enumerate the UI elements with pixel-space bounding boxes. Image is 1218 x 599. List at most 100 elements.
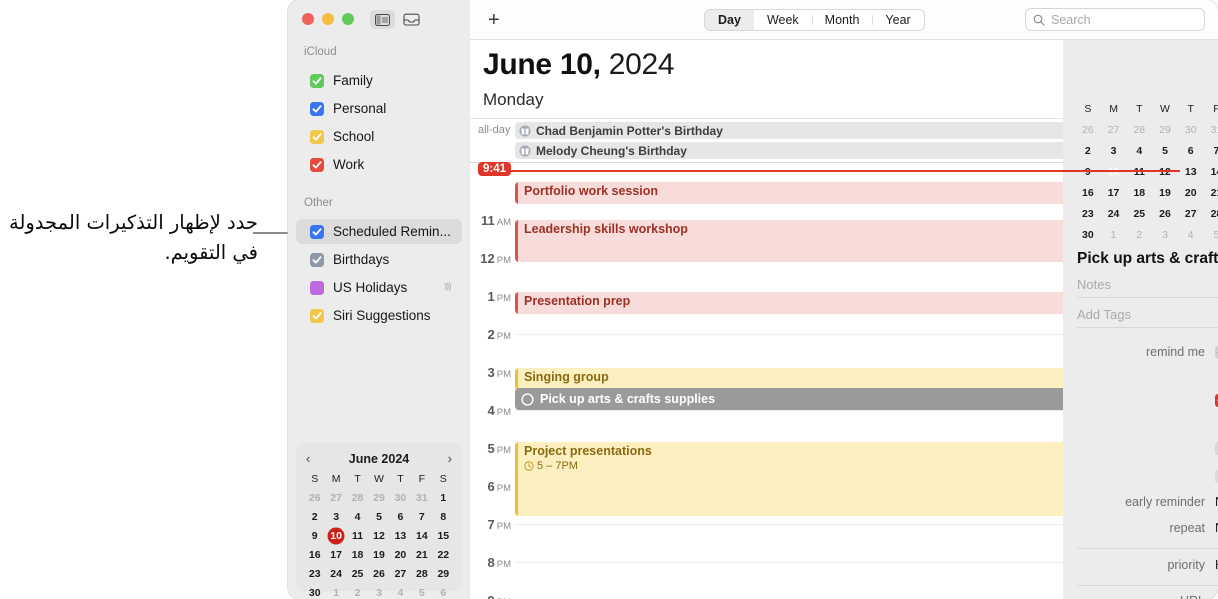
sidebar-mini-day[interactable]: 2	[347, 584, 368, 599]
sidebar-mini-day[interactable]: 30	[390, 489, 411, 507]
notes-field[interactable]: Notes	[1077, 277, 1218, 298]
sidebar-mini-day[interactable]: 16	[304, 546, 325, 564]
panel-mini-day[interactable]: 16	[1075, 184, 1101, 203]
sidebar-mini-day[interactable]: 6	[433, 584, 454, 599]
inbox-icon[interactable]	[399, 10, 424, 29]
sidebar-mini-day[interactable]: 15	[433, 527, 454, 545]
panel-mini-day[interactable]: 25	[1126, 205, 1152, 224]
sidebar-mini-day[interactable]: 1	[325, 584, 346, 599]
minimize-button[interactable]	[322, 13, 334, 25]
calendar-item-us-holidays[interactable]: US Holidays	[296, 275, 462, 300]
sidebar-mini-day[interactable]: 1	[433, 489, 454, 507]
sidebar-mini-day[interactable]: 26	[368, 565, 389, 583]
sidebar-mini-day[interactable]: 21	[411, 546, 432, 564]
sidebar-mini-day[interactable]: 4	[347, 508, 368, 526]
sidebar-mini-day[interactable]: 31	[411, 489, 432, 507]
calendar-item-personal[interactable]: Personal	[296, 96, 462, 121]
tags-field[interactable]: Add Tags	[1077, 307, 1218, 328]
sidebar-mini-day[interactable]: 3	[325, 508, 346, 526]
calendar-item-birthdays[interactable]: Birthdays	[296, 247, 462, 272]
panel-mini-day[interactable]: 28	[1204, 205, 1218, 224]
sidebar-mini-day[interactable]: 25	[347, 565, 368, 583]
close-button[interactable]	[302, 13, 314, 25]
sidebar-mini-day[interactable]: 28	[347, 489, 368, 507]
sidebar-mini-day[interactable]: 23	[304, 565, 325, 583]
panel-mini-day[interactable]: 19	[1152, 184, 1178, 203]
panel-mini-day[interactable]: 9	[1075, 163, 1101, 182]
panel-mini-day[interactable]: 3	[1101, 142, 1127, 161]
panel-mini-day[interactable]: 24	[1101, 205, 1127, 224]
panel-mini-day[interactable]: 27	[1101, 121, 1127, 140]
panel-mini-calendar[interactable]: SMTWTFS262728293031123456789101112131415…	[1075, 100, 1218, 245]
panel-mini-day[interactable]: 23	[1075, 205, 1101, 224]
calendar-checkbox[interactable]	[310, 252, 324, 267]
sidebar-mini-day[interactable]: 27	[390, 565, 411, 583]
panel-mini-day[interactable]: 11	[1126, 163, 1152, 182]
calendar-checkbox[interactable]	[310, 129, 324, 144]
sidebar-mini-day[interactable]: 7	[411, 508, 432, 526]
reminder-circle-icon[interactable]	[521, 392, 534, 406]
calendar-item-school[interactable]: School	[296, 124, 462, 149]
sidebar-mini-day[interactable]: 28	[411, 565, 432, 583]
panel-mini-day[interactable]: 21	[1204, 184, 1218, 203]
panel-mini-today[interactable]: 10	[1101, 163, 1127, 182]
panel-mini-day[interactable]: 31	[1204, 121, 1218, 140]
search-box[interactable]: Search	[1025, 8, 1205, 31]
calendar-item-work[interactable]: Work	[296, 152, 462, 177]
panel-mini-day[interactable]: 4	[1126, 142, 1152, 161]
panel-mini-day[interactable]: 5	[1204, 226, 1218, 245]
panel-mini-day[interactable]: 26	[1075, 121, 1101, 140]
panel-mini-day[interactable]: 28	[1126, 121, 1152, 140]
sidebar-mini-day[interactable]: 27	[325, 489, 346, 507]
panel-mini-day[interactable]: 5	[1152, 142, 1178, 161]
panel-mini-day[interactable]: 27	[1178, 205, 1204, 224]
panel-mini-day[interactable]: 12	[1152, 163, 1178, 182]
panel-mini-day[interactable]: 7	[1204, 142, 1218, 161]
sidebar-mini-day[interactable]: 22	[433, 546, 454, 564]
sidebar-mini-day[interactable]: 26	[304, 489, 325, 507]
sidebar-mini-day[interactable]: 17	[325, 546, 346, 564]
calendar-checkbox[interactable]	[310, 224, 324, 239]
sidebar-mini-day[interactable]: 5	[368, 508, 389, 526]
calendar-checkbox[interactable]	[310, 308, 324, 323]
panel-mini-day[interactable]: 13	[1178, 163, 1204, 182]
sidebar-mini-day[interactable]: 29	[433, 565, 454, 583]
sidebar-mini-day[interactable]: 6	[390, 508, 411, 526]
panel-mini-day[interactable]: 26	[1152, 205, 1178, 224]
mini-calendar-next-icon[interactable]: ›	[448, 452, 452, 465]
panel-mini-day[interactable]: 1	[1101, 226, 1127, 245]
calendar-item-family[interactable]: Family	[296, 68, 462, 93]
panel-mini-day[interactable]: 14	[1204, 163, 1218, 182]
panel-mini-day[interactable]: 2	[1075, 142, 1101, 161]
calendar-checkbox[interactable]	[310, 73, 324, 88]
sidebar-mini-day[interactable]: 11	[347, 527, 368, 545]
panel-mini-day[interactable]: 30	[1075, 226, 1101, 245]
sidebar-mini-calendar[interactable]: ‹ June 2024 › S M T W T F S 26 27 28 29 30 31 1 2 3 4 5 6 7…	[296, 443, 462, 599]
calendar-checkbox[interactable]	[310, 157, 324, 172]
sidebar-mini-day[interactable]: 2	[304, 508, 325, 526]
calendar-checkbox[interactable]	[310, 101, 324, 116]
add-event-button[interactable]: +	[488, 10, 500, 30]
panel-mini-day[interactable]: 3	[1152, 226, 1178, 245]
tab-year[interactable]: Year	[872, 10, 923, 30]
calendar-item-siri-suggestions[interactable]: Siri Suggestions	[296, 303, 462, 328]
sidebar-mini-day[interactable]: 19	[368, 546, 389, 564]
panel-mini-day[interactable]: 30	[1178, 121, 1204, 140]
sidebar-mini-day[interactable]: 5	[411, 584, 432, 599]
sidebar-mini-day[interactable]: 30	[304, 584, 325, 599]
sidebar-mini-day[interactable]: 14	[411, 527, 432, 545]
sidebar-mini-day[interactable]: 13	[390, 527, 411, 545]
panel-mini-day[interactable]: 17	[1101, 184, 1127, 203]
tab-month[interactable]: Month	[811, 10, 873, 30]
mini-calendar-prev-icon[interactable]: ‹	[306, 452, 310, 465]
tab-week[interactable]: Week	[754, 10, 812, 30]
sidebar-mini-day[interactable]: 18	[347, 546, 368, 564]
sidebar-mini-day[interactable]: 29	[368, 489, 389, 507]
zoom-button[interactable]	[342, 13, 354, 25]
panel-mini-day[interactable]: 2	[1126, 226, 1152, 245]
calendar-item-scheduled-remin[interactable]: Scheduled Remin...	[296, 219, 462, 244]
sidebar-mini-day[interactable]: 20	[390, 546, 411, 564]
sidebar-mini-day[interactable]: 3	[368, 584, 389, 599]
sidebar-mini-day[interactable]: 12	[368, 527, 389, 545]
tab-day[interactable]: Day	[705, 10, 754, 30]
